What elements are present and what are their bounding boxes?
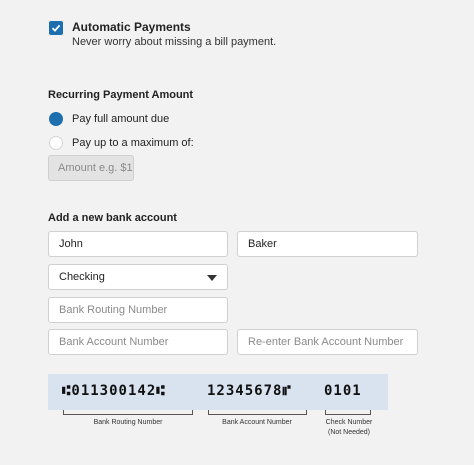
checkmark-icon	[51, 24, 61, 32]
account-caption: Bank Account Number	[222, 419, 292, 426]
recurring-section-title: Recurring Payment Amount	[48, 89, 194, 101]
reenter-account-number-field[interactable]: Re-enter Bank Account Number	[237, 329, 418, 355]
last-name-field[interactable]: Baker	[237, 231, 418, 257]
micr-routing-digits: ⑆011300142⑆	[62, 383, 166, 399]
micr-check-digits: 0101	[324, 383, 362, 399]
micr-account-digits: 12345678⑈	[207, 383, 292, 399]
routing-number-field[interactable]: Bank Routing Number	[48, 297, 228, 323]
radio-pay-max[interactable]	[49, 136, 63, 150]
max-amount-input[interactable]: Amount e.g. $1	[48, 155, 134, 181]
radio-pay-full[interactable]	[49, 112, 63, 126]
check-caption-line1: Check Number	[325, 419, 373, 426]
caret-down-icon	[207, 275, 217, 281]
check-illustration: ⑆011300142⑆ 12345678⑈ 0101	[48, 374, 388, 410]
first-name-field[interactable]: John	[48, 231, 228, 257]
routing-caption: Bank Routing Number	[93, 419, 163, 426]
radio-pay-max-label[interactable]: Pay up to a maximum of:	[72, 137, 194, 149]
account-type-value: Checking	[59, 271, 105, 283]
account-type-select[interactable]: Checking	[48, 264, 228, 290]
auto-payments-title: Automatic Payments	[72, 20, 191, 34]
radio-pay-full-label[interactable]: Pay full amount due	[72, 113, 169, 125]
account-bracket	[208, 410, 307, 415]
bank-section-title: Add a new bank account	[48, 212, 177, 224]
check-bracket	[325, 410, 371, 415]
account-number-field[interactable]: Bank Account Number	[48, 329, 228, 355]
check-caption-line2: (Not Needed)	[327, 429, 371, 436]
auto-payments-checkbox[interactable]	[49, 21, 63, 35]
auto-payments-subtitle: Never worry about missing a bill payment…	[72, 36, 277, 48]
routing-bracket	[63, 410, 193, 415]
